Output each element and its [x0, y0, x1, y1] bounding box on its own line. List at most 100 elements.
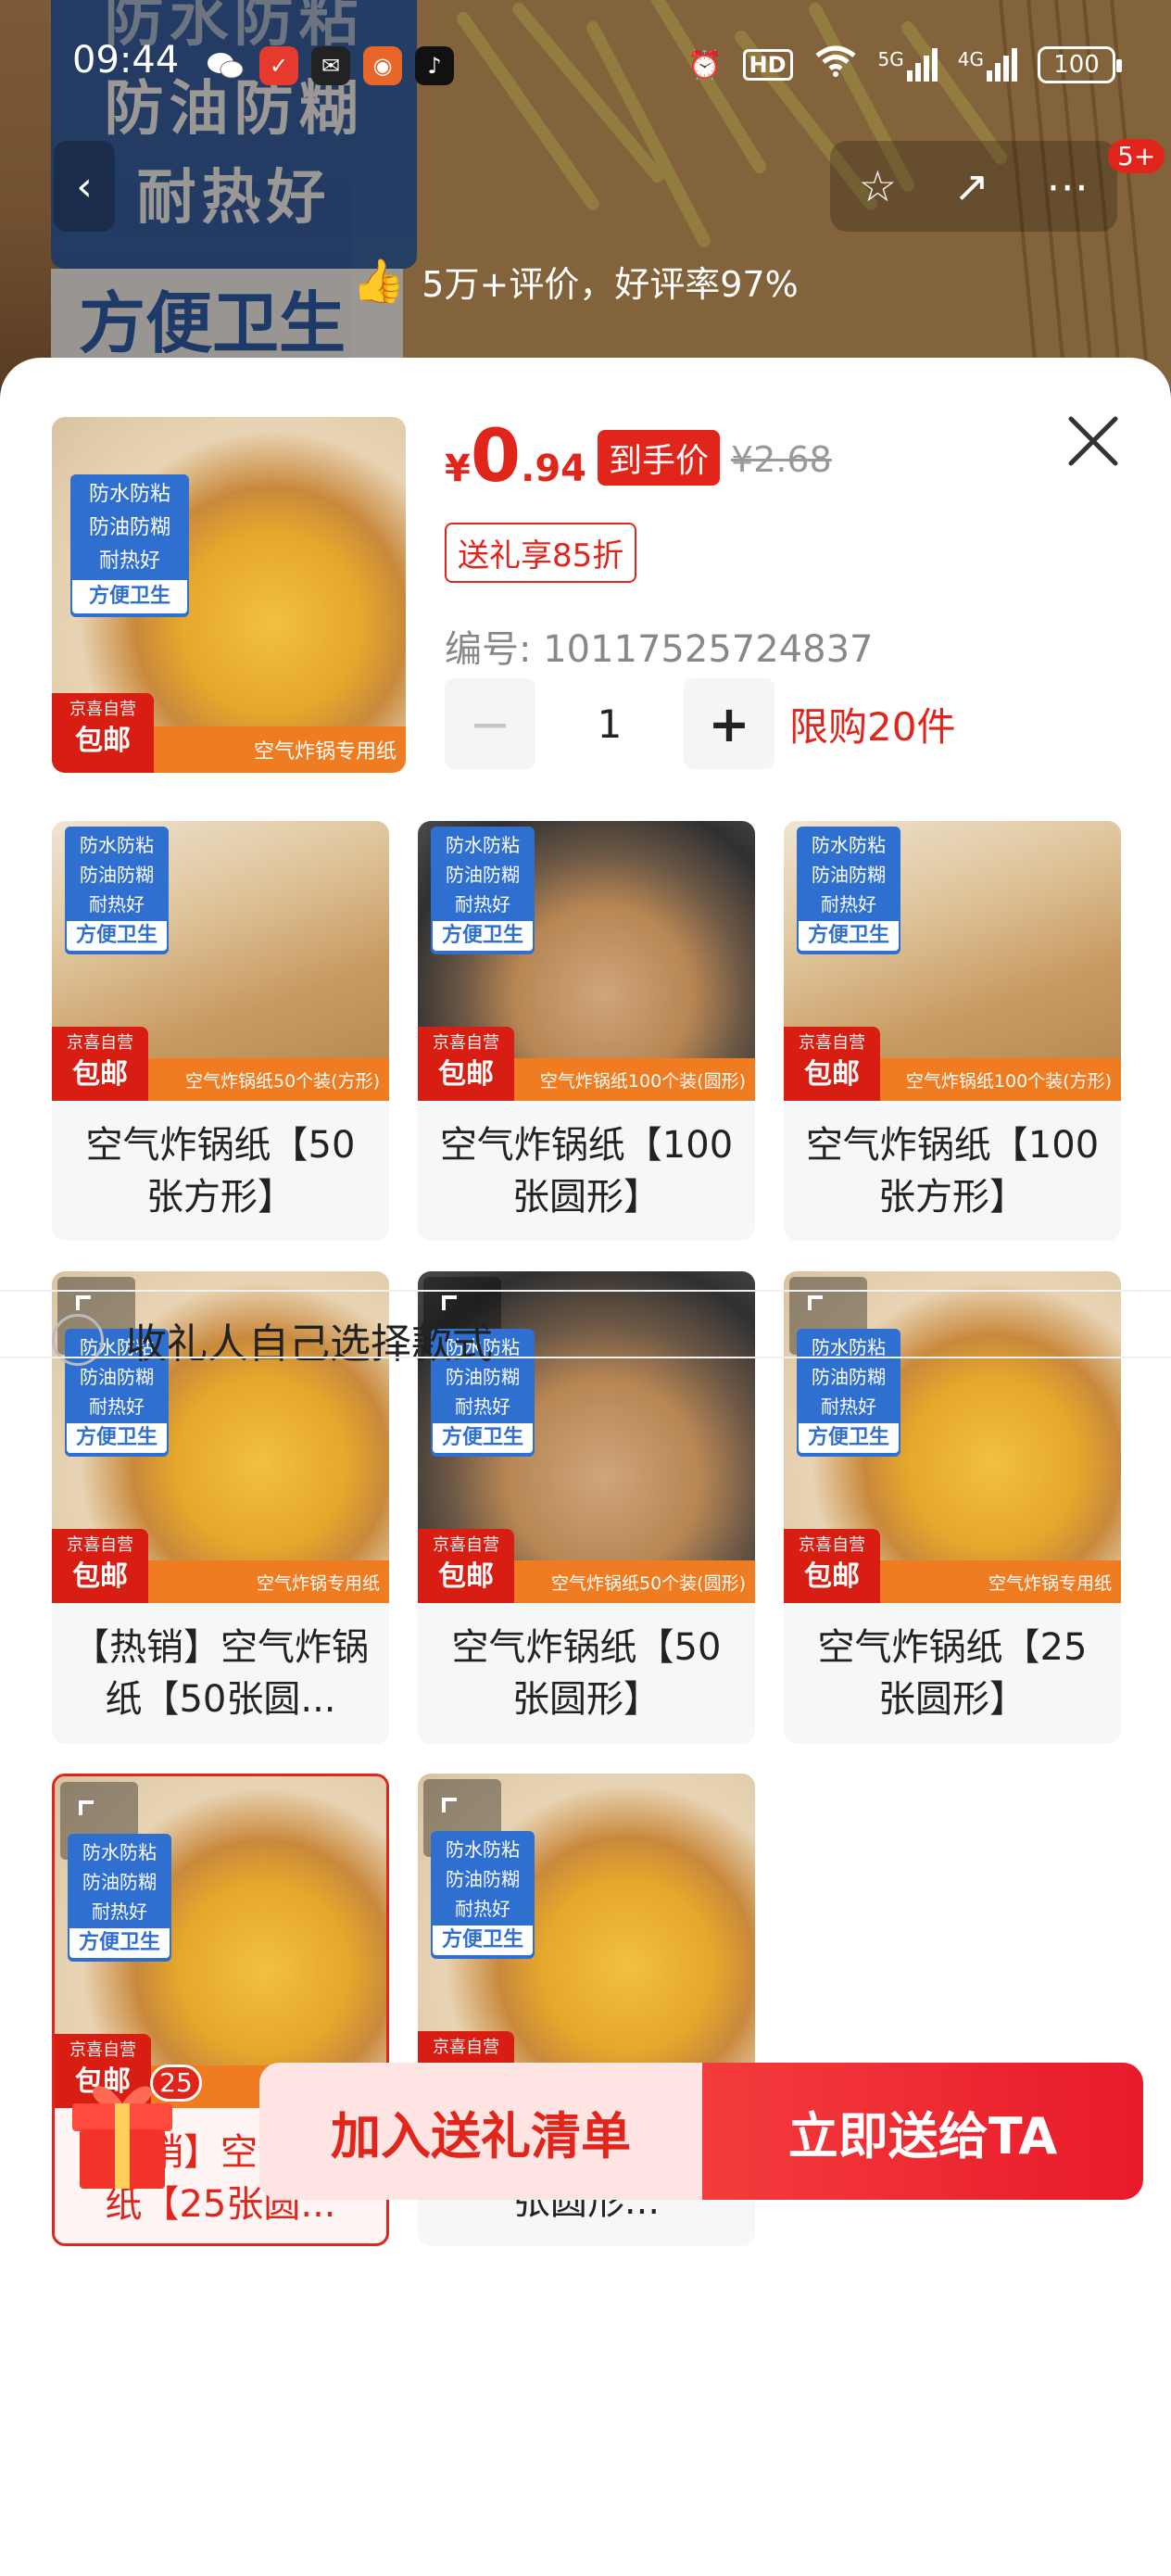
feature-tag: 防水防粘 — [88, 483, 170, 506]
jd-self-operated-badge: 京喜自营包邮 — [52, 1529, 148, 1603]
free-shipping-label: 包邮 — [804, 1560, 860, 1593]
decrease-button[interactable]: − — [445, 678, 535, 769]
variant-image: 防水防粘防油防糊耐热好方便卫生空气炸锅专用纸京喜自营包邮 — [418, 1774, 755, 2105]
sku-number: 编号: 10117525724837 — [445, 628, 874, 671]
jd-label: 京喜自营 — [69, 700, 136, 719]
jd-self-operated-badge: 京喜自营包邮 — [784, 1027, 880, 1101]
variant-image: 防水防粘防油防糊耐热好方便卫生空气炸锅专用纸京喜自营包邮 — [784, 1271, 1121, 1603]
wechat-icon — [206, 46, 245, 85]
signal-4g-label: 4G — [957, 48, 984, 70]
product-thumbnail[interactable]: 防水防粘 防油防糊 耐热好 方便卫生 空气炸锅专用纸 京喜自营 包邮 — [52, 417, 406, 773]
nav-tools: ☆ ↗ ⋯ — [830, 141, 1117, 232]
variant-sheet: 防水防粘 防油防糊 耐热好 方便卫生 空气炸锅专用纸 京喜自营 包邮 ¥ 0 .… — [0, 358, 1171, 2576]
jd-label: 京喜自营 — [433, 1535, 499, 1555]
status-time: 09:44 — [72, 39, 180, 82]
free-shipping-label: 包邮 — [438, 1058, 494, 1091]
share-icon[interactable]: ↗ — [953, 161, 989, 211]
free-shipping-label: 包邮 — [438, 1560, 494, 1593]
variant-label: 空气炸锅纸【100张方形】 — [805, 1124, 1100, 1219]
battery-level: 100 — [1053, 51, 1100, 79]
variant-card[interactable]: 防水防粘 防油防糊 耐热好 方便卫生 空气炸锅纸50个装(方形) 京喜自营 包邮 空气炸锅纸【… — [52, 821, 389, 1241]
jd-label: 京喜自营 — [67, 1535, 133, 1555]
divider — [0, 1290, 1171, 1292]
feature-tag: 耐热好 — [89, 893, 145, 915]
feature-tag: 方便卫生 — [433, 921, 533, 951]
signal-4g-icon: 4G — [958, 48, 1017, 82]
jd-label: 京喜自营 — [799, 1033, 865, 1053]
jd-self-operated-badge: 京喜自营包邮 — [52, 1027, 148, 1101]
message-badge: 5+ — [1108, 139, 1165, 173]
feature-tag: 防油防糊 — [80, 864, 154, 886]
feature-tag: 防水防粘 — [446, 1838, 520, 1861]
jd-self-operated-badge: 京喜自营 包邮 — [52, 693, 154, 773]
jd-self-operated-badge: 京喜自营包邮 — [418, 1529, 514, 1603]
feature-tag: 防油防糊 — [446, 1868, 520, 1890]
feature-tag: 防油防糊 — [812, 864, 886, 886]
price-integer: 0 — [470, 415, 522, 499]
variant-image: 防水防粘 防油防糊 耐热好 方便卫生 空气炸锅纸50个装(方形) 京喜自营 包邮 — [52, 821, 389, 1101]
status-right: ⏰ HD 5G 4G 100 — [687, 44, 1122, 85]
add-to-gift-list-button[interactable]: 加入送礼清单 — [259, 2063, 702, 2200]
self-select-option[interactable]: 收礼人自己选择款式 — [52, 1310, 493, 1370]
feature-tag: 耐热好 — [821, 1395, 876, 1418]
feature-tag: 方便卫生 — [69, 1928, 170, 1958]
close-icon[interactable] — [1056, 404, 1130, 478]
wifi-icon — [813, 44, 858, 85]
alarm-icon: ⏰ — [687, 48, 723, 82]
variant-label: 空气炸锅纸【50张方形】 — [85, 1124, 356, 1219]
feature-tag: 方便卫生 — [67, 921, 167, 951]
feature-tag: 耐热好 — [89, 1395, 145, 1418]
original-price: ¥2.68 — [731, 439, 832, 480]
variant-label: 【热销】空气炸锅纸【50张圆... — [72, 1626, 369, 1721]
free-shipping-label: 包邮 — [72, 1058, 128, 1091]
back-button[interactable]: ‹ — [54, 141, 115, 232]
feature-tag: 防水防粘 — [812, 834, 886, 856]
feature-tag: 方便卫生 — [72, 580, 187, 613]
alipay-icon: ✓ — [259, 46, 298, 85]
feature-tags: 防水防粘 防油防糊 耐热好 方便卫生 — [797, 1329, 900, 1457]
feature-tag: 防油防糊 — [82, 1871, 157, 1893]
feature-tag: 耐热好 — [455, 893, 510, 915]
favorite-icon[interactable]: ☆ — [859, 161, 897, 211]
send-now-button[interactable]: 立即送给TA — [702, 2063, 1143, 2200]
review-strip: 👍 5万+评价，好评率97% — [352, 248, 799, 313]
jd-label: 京喜自营 — [433, 2038, 499, 2057]
variant-image: 防水防粘防油防糊耐热好方便卫生空气炸锅专用纸京喜自营包邮 — [55, 1776, 386, 2108]
price-decimal: .94 — [521, 448, 586, 490]
feature-tag: 方便卫生 — [799, 921, 899, 951]
variant-label: 空气炸锅纸【100张圆形】 — [439, 1124, 734, 1219]
status-bar: 09:44 ✓ ✉ ◉ ♪ ⏰ HD 5G 4G 100 — [0, 37, 1171, 102]
divider — [0, 1357, 1171, 1358]
hd-icon: HD — [742, 49, 793, 81]
quantity-value[interactable]: 1 — [535, 701, 684, 747]
jd-label: 京喜自营 — [67, 1033, 133, 1053]
feature-tag: 耐热好 — [821, 893, 876, 915]
gift-list-button[interactable]: 25 — [65, 2065, 202, 2194]
price-row: ¥ 0 .94 到手价 ¥2.68 — [445, 421, 832, 495]
feature-tags: 防水防粘防油防糊耐热好方便卫生 — [797, 827, 900, 954]
jd-self-operated-badge: 京喜自营包邮 — [418, 1027, 514, 1101]
feature-tag: 方便卫生 — [433, 1926, 533, 1955]
feature-tags: 防水防粘 防油防糊 耐热好 方便卫生 — [68, 1834, 171, 1962]
review-text: 5万+评价，好评率97% — [422, 263, 799, 305]
increase-button[interactable]: + — [684, 678, 774, 769]
jd-icon: ◉ — [363, 46, 402, 85]
feature-tag: 耐热好 — [455, 1898, 510, 1920]
feature-tag: 耐热好 — [92, 1900, 147, 1923]
feature-tags: 防水防粘 防油防糊 耐热好 方便卫生 — [65, 827, 169, 954]
signal-5g-icon: 5G — [878, 48, 938, 82]
tiktok-icon: ♪ — [415, 46, 454, 85]
gift-count-badge: 25 — [150, 2065, 202, 2102]
feature-tag: 方便卫生 — [799, 1423, 899, 1453]
variant-card[interactable]: 防水防粘 防油防糊 耐热好 方便卫生 空气炸锅纸100个装(圆形) 京喜自营 包邮 空气炸锅纸… — [418, 821, 755, 1241]
variant-card[interactable]: 防水防粘 防油防糊 耐热好 方便卫生 空气炸锅纸100个装(方形) 京喜自营 包邮 空气炸锅纸… — [784, 821, 1121, 1241]
variant-label: 空气炸锅纸【50张圆形】 — [451, 1626, 722, 1721]
feature-tag: 方便卫生 — [67, 1423, 167, 1453]
final-price-badge: 到手价 — [597, 430, 720, 486]
mail-icon: ✉ — [311, 46, 350, 85]
variant-label: 空气炸锅纸【25张圆形】 — [817, 1626, 1088, 1721]
gift-discount-tag: 送礼享85折 — [445, 523, 637, 583]
thumbs-up-icon: 👍 — [352, 255, 406, 306]
variant-card[interactable]: 防水防粘 防油防糊 耐热好 方便卫生 空气炸锅专用纸 京喜自营 包邮 空气炸锅纸【25张圆形】 — [784, 1271, 1121, 1744]
more-icon[interactable]: ⋯ — [1046, 161, 1089, 211]
